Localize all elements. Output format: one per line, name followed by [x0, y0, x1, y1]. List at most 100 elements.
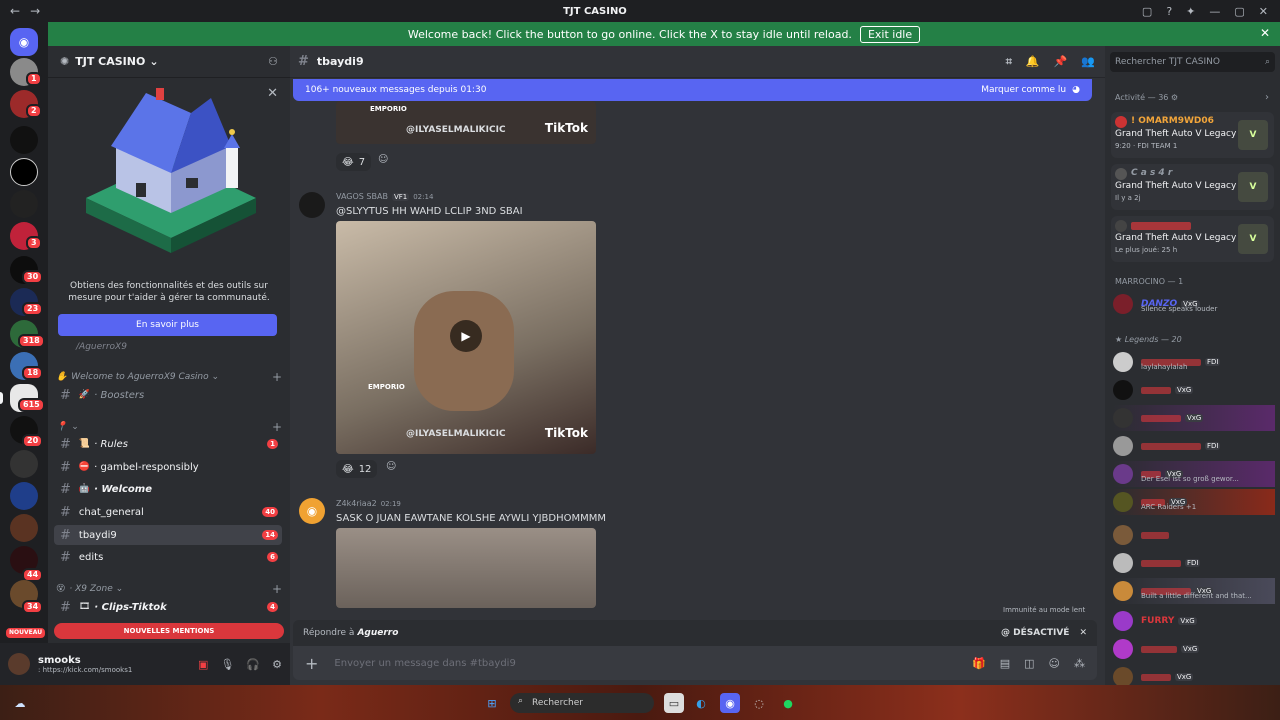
reaction-laugh[interactable]: 😂 12	[336, 460, 378, 478]
close-window-button[interactable]: ✕	[1259, 5, 1268, 18]
stream-off-icon[interactable]: ▣	[198, 658, 208, 671]
avatar	[1113, 611, 1133, 631]
avatar	[1115, 116, 1127, 128]
mark-as-read-button[interactable]: Marquer comme lu	[981, 85, 1066, 95]
category-info[interactable]: 📍 ⌄ +	[56, 420, 282, 434]
inbox-icon[interactable]: ▢	[1142, 5, 1152, 18]
banner-close-icon[interactable]: ✕	[1260, 26, 1270, 40]
add-reaction-icon[interactable]: ☺	[386, 461, 396, 472]
activity-card[interactable]: ! OMARM9WD06 Grand Theft Auto V Legacy 9…	[1111, 112, 1274, 158]
task-view-icon[interactable]: ▭	[664, 693, 684, 713]
mention-toggle[interactable]: @ DÉSACTIVÉ	[1001, 628, 1069, 638]
member-item[interactable]: VxG	[1113, 377, 1275, 403]
invite-people-icon[interactable]: ⚇	[268, 55, 278, 68]
settings-gear-icon[interactable]: ⚙	[272, 658, 282, 671]
avatar[interactable]	[299, 192, 325, 218]
exit-idle-button[interactable]: Exit idle	[859, 25, 921, 43]
channel-gambel-responsibly[interactable]: # ⛔ · gambel-responsibly	[54, 457, 282, 477]
channel-welcome[interactable]: # 🤖 · Welcome	[54, 479, 282, 499]
promo-close-icon[interactable]: ✕	[267, 86, 278, 101]
app-icon[interactable]: ◌	[749, 693, 769, 713]
discord-home-icon[interactable]: ◉	[10, 28, 38, 56]
help-icon[interactable]: ?	[1166, 5, 1172, 18]
activity-header[interactable]: Activité — 36 ⚙ ›	[1115, 92, 1269, 103]
channel-chat-general[interactable]: # chat_general 40	[54, 502, 282, 522]
server-icon[interactable]	[10, 514, 38, 542]
channel-rules[interactable]: # 📜 · Rules 1	[54, 434, 282, 454]
video-embed[interactable]	[336, 528, 596, 608]
channel-boosters[interactable]: # 🚀 · Boosters	[54, 385, 282, 405]
member-item[interactable]: DANZO VxG Silence speaks louder	[1113, 291, 1275, 317]
member-item[interactable]: VxG Der Esel ist so groß gewor...	[1113, 461, 1275, 487]
microphone-icon[interactable]: 🎙	[220, 658, 234, 671]
avatar[interactable]	[8, 653, 30, 675]
windows-start-icon[interactable]: ⊞	[482, 693, 502, 713]
headphones-icon[interactable]: 🎧	[246, 658, 260, 671]
discord-taskbar-icon[interactable]: ◉	[720, 693, 740, 713]
cancel-reply-icon[interactable]: ✕	[1079, 628, 1087, 638]
add-reaction-icon[interactable]: ☺	[378, 154, 388, 165]
member-item[interactable]: FDI	[1113, 550, 1275, 576]
message-composer[interactable]: + Envoyer un message dans #tbaydi9 🎁 ▤ ◫…	[293, 646, 1097, 680]
discord-default-avatar[interactable]: ◉	[299, 498, 325, 524]
author-name[interactable]: VAGOS SBAB	[336, 192, 388, 201]
video-watermark: @ILYASELMALIKICIC	[406, 429, 506, 439]
server-icon[interactable]	[10, 482, 38, 510]
tools-icon[interactable]: ✦	[1186, 5, 1195, 18]
clan-tag: FDI	[1185, 559, 1201, 567]
minimize-button[interactable]: —	[1209, 5, 1220, 18]
channel-tbaydi9[interactable]: # tbaydi9 14	[54, 525, 282, 545]
weather-icon[interactable]: ☁	[10, 693, 30, 713]
author-name[interactable]: Z4k4riaa2	[336, 499, 377, 508]
channel-clips-tiktok[interactable]: # 🎞 · Clips-Tiktok 4	[54, 597, 282, 617]
new-messages-bar[interactable]: 106+ nouveaux messages depuis 01:30 Marq…	[293, 79, 1092, 101]
reaction-laugh[interactable]: 😂 7	[336, 153, 372, 171]
back-arrow-icon[interactable]: ←	[10, 4, 20, 18]
gif-icon[interactable]: ▤	[1000, 657, 1010, 670]
activity-card[interactable]: Grand Theft Auto V Legacy Le plus joué: …	[1111, 216, 1274, 262]
message-input[interactable]: Envoyer un message dans #tbaydi9	[334, 658, 515, 669]
spotify-icon[interactable]: ●	[778, 693, 798, 713]
taskbar-search[interactable]: ⌕ Rechercher	[510, 693, 654, 713]
emoji-icon[interactable]: ☺	[1049, 657, 1060, 670]
member-item[interactable]: FDI	[1113, 433, 1275, 459]
pin-icon[interactable]: 📌	[1054, 55, 1068, 69]
forward-arrow-icon[interactable]: →	[30, 4, 40, 18]
member-item[interactable]	[1113, 522, 1275, 548]
member-item[interactable]: FDI laylahaylalah	[1113, 349, 1275, 375]
add-channel-icon[interactable]: +	[272, 420, 282, 434]
attach-plus-icon[interactable]: +	[305, 654, 318, 673]
server-icon[interactable]	[10, 126, 38, 154]
threads-icon[interactable]: ⌗	[1006, 55, 1012, 69]
play-icon[interactable]: ▶	[450, 320, 482, 352]
category-welcome[interactable]: ✋ Welcome to AguerroX9 Casino ⌄ +	[56, 370, 282, 384]
video-embed[interactable]: ▶ @ILYASELMALIKICIC TikTok EMPORIO	[336, 221, 596, 454]
activity-card[interactable]: C a s 4 r Grand Theft Auto V Legacy Il y…	[1111, 164, 1274, 210]
server-icon[interactable]	[10, 450, 38, 478]
bell-icon[interactable]: 🔔	[1026, 55, 1040, 69]
add-channel-icon[interactable]: +	[272, 582, 282, 596]
edge-icon[interactable]: ◐	[691, 693, 711, 713]
video-embed[interactable]: @ILYASELMALIKICIC TikTok EMPORIO	[336, 101, 596, 144]
category-x9-zone[interactable]: 😵 · X9 Zone ⌄ +	[56, 582, 282, 596]
server-icon[interactable]	[10, 158, 38, 186]
member-item[interactable]: VxG	[1113, 636, 1275, 662]
guild-header[interactable]: ✺ TJT CASINO ⌄ ⚇	[48, 46, 290, 78]
channel-edits[interactable]: # edits 6	[54, 547, 282, 567]
user-info[interactable]: smooks : https://kick.com/smooks1	[38, 655, 132, 674]
chevron-right-icon[interactable]: ›	[1265, 92, 1269, 103]
member-item[interactable]: VxG Built a little different and that...	[1113, 578, 1275, 604]
apps-icon[interactable]: ⁂	[1074, 657, 1085, 670]
new-mentions-button[interactable]: NOUVELLES MENTIONS	[54, 623, 284, 639]
gift-icon[interactable]: 🎁	[972, 657, 986, 670]
server-icon[interactable]	[10, 190, 38, 218]
sticker-icon[interactable]: ◫	[1024, 657, 1034, 670]
member-item[interactable]: FURRY VxG	[1113, 608, 1275, 634]
members-icon[interactable]: 👥	[1081, 55, 1095, 69]
search-input[interactable]: Rechercher TJT CASINO ⌕	[1110, 52, 1275, 72]
member-item[interactable]: VxG ARC Raiders +1	[1113, 489, 1275, 515]
maximize-button[interactable]: ▢	[1234, 5, 1244, 18]
learn-more-button[interactable]: En savoir plus	[58, 314, 277, 336]
member-item[interactable]: VxG	[1113, 405, 1275, 431]
add-channel-icon[interactable]: +	[272, 370, 282, 384]
